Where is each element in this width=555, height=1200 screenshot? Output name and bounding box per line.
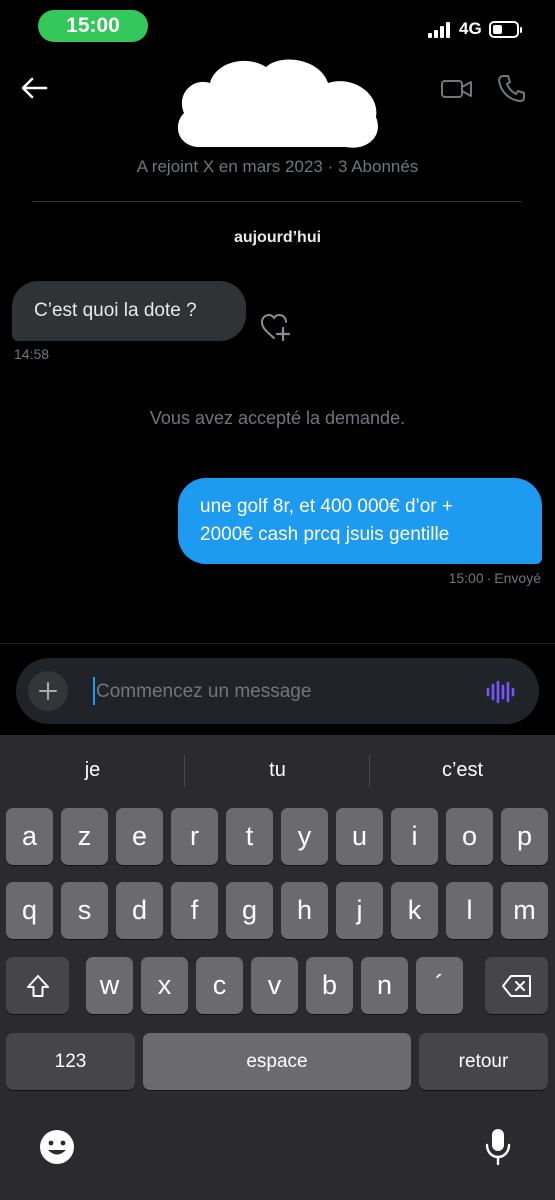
suggestion-2[interactable]: tu [185, 759, 370, 782]
key-j[interactable]: j [336, 882, 383, 939]
space-key[interactable]: espace [143, 1033, 411, 1090]
key-acute[interactable]: ´ [416, 957, 463, 1014]
voice-wave-icon [486, 680, 515, 704]
text-caret [93, 677, 95, 705]
backspace-key[interactable] [485, 957, 548, 1014]
shift-icon [26, 974, 49, 997]
key-c[interactable]: c [196, 957, 243, 1014]
key-d[interactable]: d [116, 882, 163, 939]
key-z[interactable]: z [61, 808, 108, 865]
outgoing-line-1: une golf 8r, et 400 000€ d’or + [200, 496, 454, 517]
message-input[interactable] [96, 678, 476, 706]
battery-icon [489, 21, 522, 38]
key-g[interactable]: g [226, 882, 273, 939]
message-composer [16, 658, 539, 724]
signal-icon [428, 22, 452, 38]
key-s[interactable]: s [61, 882, 108, 939]
incoming-message[interactable]: C’est quoi la dote ? [12, 281, 246, 341]
key-k[interactable]: k [391, 882, 438, 939]
composer-divider [0, 643, 555, 644]
key-h[interactable]: h [281, 882, 328, 939]
incoming-time: 14:58 [14, 346, 50, 362]
header-divider [32, 201, 522, 202]
key-r[interactable]: r [171, 808, 218, 865]
attach-button[interactable] [28, 671, 68, 711]
shift-key[interactable] [6, 957, 69, 1014]
suggestion-1[interactable]: je [0, 759, 185, 782]
dictation-button[interactable] [478, 1127, 518, 1167]
emoji-button[interactable] [37, 1127, 77, 1167]
video-call-button[interactable] [440, 74, 474, 104]
key-i[interactable]: i [391, 808, 438, 865]
status-bar: 15:00 4G [0, 0, 555, 60]
key-e[interactable]: e [116, 808, 163, 865]
key-x[interactable]: x [141, 957, 188, 1014]
key-q[interactable]: q [6, 882, 53, 939]
key-o[interactable]: o [446, 808, 493, 865]
key-f[interactable]: f [171, 882, 218, 939]
outgoing-meta: 15:00 · Envoyé [448, 570, 541, 586]
return-key[interactable]: retour [419, 1033, 548, 1090]
key-y[interactable]: y [281, 808, 328, 865]
key-n[interactable]: n [361, 957, 408, 1014]
key-w[interactable]: w [86, 957, 133, 1014]
numbers-key[interactable]: 123 [6, 1033, 135, 1090]
key-t[interactable]: t [226, 808, 273, 865]
outgoing-status: Envoyé [494, 570, 541, 586]
key-p[interactable]: p [501, 808, 548, 865]
video-call-icon [441, 80, 472, 98]
key-b[interactable]: b [306, 957, 353, 1014]
outgoing-time: 15:00 [448, 570, 484, 586]
keyboard: je tu c’est a z e r t y u i o p q s d f … [0, 735, 555, 1200]
phone-icon [498, 75, 525, 102]
back-arrow-icon [21, 77, 48, 99]
key-v[interactable]: v [251, 957, 298, 1014]
network-type: 4G [459, 19, 482, 38]
system-note: Vous avez accepté la demande. [149, 408, 406, 428]
redacted-profile-blob [177, 59, 378, 148]
heart-plus-icon [260, 313, 291, 342]
date-separator: aujourd’hui [233, 229, 322, 246]
backspace-icon [501, 974, 531, 997]
phone-call-button[interactable] [496, 72, 528, 104]
react-button[interactable] [259, 312, 291, 342]
suggestion-bar: je tu c’est [0, 735, 555, 807]
emoji-icon [40, 1130, 74, 1164]
outgoing-line-2: 2000€ cash prcq jsuis gentille [200, 524, 450, 545]
status-time: 15:00 [38, 10, 148, 42]
key-u[interactable]: u [336, 808, 383, 865]
microphone-icon [485, 1129, 511, 1166]
profile-meta: A rejoint X en mars 2023 · 3 Abonnés [136, 157, 419, 176]
outgoing-message[interactable]: une golf 8r, et 400 000€ d’or + 2000€ ca… [178, 478, 542, 564]
suggestion-3[interactable]: c’est [370, 759, 555, 782]
back-button[interactable] [18, 72, 50, 104]
key-a[interactable]: a [6, 808, 53, 865]
key-m[interactable]: m [501, 882, 548, 939]
plus-icon [39, 682, 57, 700]
key-l[interactable]: l [446, 882, 493, 939]
voice-message-button[interactable] [485, 677, 515, 707]
